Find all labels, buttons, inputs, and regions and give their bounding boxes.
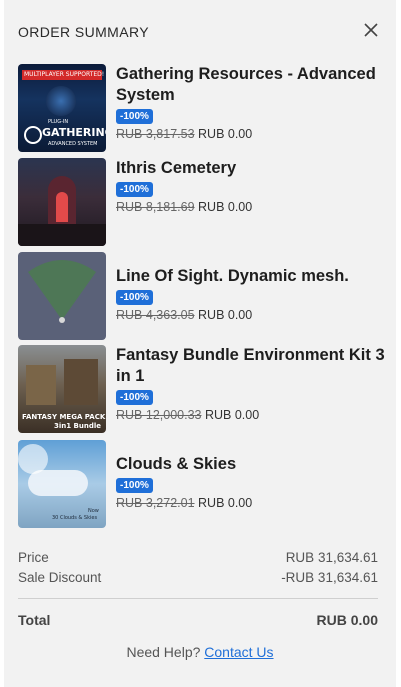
discount-badge: -100% [116, 390, 153, 405]
item-name[interactable]: Line Of Sight. Dynamic mesh. [116, 266, 388, 287]
price-row: Price RUB 31,634.61 [18, 550, 378, 565]
discount-badge: -100% [116, 290, 153, 305]
discount-badge: -100% [116, 109, 153, 124]
help-text: Need Help? Contact Us [4, 644, 396, 660]
item-prices: RUB 4,363.05 RUB 0.00 [116, 308, 388, 322]
original-price: RUB 12,000.33 [116, 408, 202, 422]
thumb-title: FANTASY MEGA PACK [22, 413, 106, 421]
order-item: FANTASY MEGA PACK 3in1 Bundle Fantasy Bu… [18, 345, 388, 435]
order-item: MULTIPLAYER SUPPORTED! PLUG-IN GATHERING… [18, 64, 388, 154]
item-prices: RUB 12,000.33 RUB 0.00 [116, 408, 388, 422]
sale-price: RUB 0.00 [198, 308, 253, 322]
discount-row: Sale Discount -RUB 31,634.61 [18, 570, 378, 585]
thumb-title: GATHERING [42, 126, 106, 139]
item-thumbnail [18, 158, 106, 246]
sight-cone-icon [28, 260, 96, 323]
thumb-title: Now [88, 508, 99, 514]
divider [18, 598, 378, 599]
thumb-subtitle: ADVANCED SYSTEM [48, 141, 98, 147]
close-icon[interactable] [362, 21, 380, 39]
sale-price: RUB 0.00 [198, 127, 253, 141]
total-value: RUB 0.00 [316, 612, 378, 628]
plugin-icon [24, 126, 42, 144]
sale-price: RUB 0.00 [198, 496, 253, 510]
sale-price: RUB 0.00 [204, 408, 260, 422]
item-prices: RUB 3,272.01 RUB 0.00 [116, 496, 388, 510]
item-prices: RUB 3,817.53 RUB 0.00 [116, 127, 388, 141]
item-thumbnail: Now 30 Clouds & Skies [18, 440, 106, 528]
item-thumbnail [18, 252, 106, 340]
discount-value: -RUB 31,634.61 [281, 570, 378, 585]
discount-badge: -100% [116, 478, 153, 493]
item-name[interactable]: Clouds & Skies [116, 454, 388, 475]
thumb-subtitle: 30 Clouds & Skies [52, 515, 98, 521]
thumb-banner-text: MULTIPLAYER SUPPORTED! [24, 71, 105, 78]
price-value: RUB 31,634.61 [285, 550, 378, 565]
order-summary-title: ORDER SUMMARY [18, 24, 149, 40]
discount-label: Sale Discount [18, 570, 102, 585]
total-label: Total [18, 612, 51, 628]
item-thumbnail: FANTASY MEGA PACK 3in1 Bundle [18, 345, 106, 433]
contact-us-link[interactable]: Contact Us [204, 644, 273, 660]
thumb-banner: MULTIPLAYER SUPPORTED! [22, 70, 105, 80]
item-name[interactable]: Fantasy Bundle Environment Kit 3 in 1 [116, 345, 388, 387]
total-row: Total RUB 0.00 [18, 612, 378, 628]
sale-price: RUB 0.00 [198, 200, 253, 214]
original-price: RUB 4,363.05 [116, 308, 195, 322]
price-label: Price [18, 550, 49, 565]
original-price: RUB 8,181.69 [116, 200, 195, 214]
order-summary-header: ORDER SUMMARY [18, 23, 382, 43]
original-price: RUB 3,272.01 [116, 496, 195, 510]
order-summary-panel: ORDER SUMMARY MULTIPLAYER SUPPORTED! PLU… [4, 0, 396, 687]
order-item: Line Of Sight. Dynamic mesh. -100% RUB 4… [18, 252, 388, 342]
discount-badge: -100% [116, 182, 153, 197]
item-name[interactable]: Ithris Cemetery [116, 158, 388, 179]
help-label: Need Help? [126, 644, 201, 660]
item-name[interactable]: Gathering Resources - Advanced System [116, 64, 388, 106]
order-item: Ithris Cemetery -100% RUB 8,181.69 RUB 0… [18, 158, 388, 248]
original-price: RUB 3,817.53 [116, 127, 195, 141]
item-thumbnail: MULTIPLAYER SUPPORTED! PLUG-IN GATHERING… [18, 64, 106, 152]
order-item: Now 30 Clouds & Skies Clouds & Skies -10… [18, 440, 388, 530]
thumb-subtitle: 3in1 Bundle [54, 422, 102, 430]
thumb-small-text: PLUG-IN [48, 119, 69, 125]
item-prices: RUB 8,181.69 RUB 0.00 [116, 200, 388, 214]
